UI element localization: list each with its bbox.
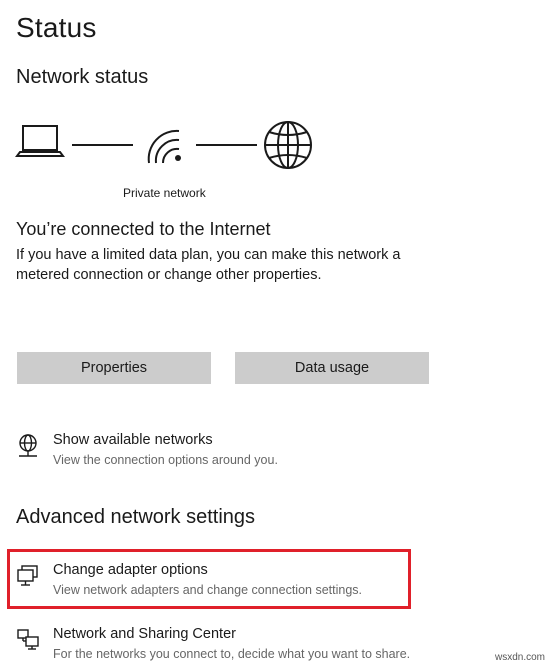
change-adapter-options-link[interactable]: Change adapter options View network adap…	[16, 562, 416, 606]
show-networks-title: Show available networks	[53, 432, 213, 448]
page-title: Status	[16, 12, 97, 43]
change-adapter-subtitle: View network adapters and change connect…	[53, 583, 362, 597]
globe-icon	[264, 121, 312, 169]
network-type-label: Private network	[123, 186, 206, 200]
network-status-heading: Network status	[16, 66, 149, 88]
sharing-center-icon	[17, 629, 39, 650]
data-usage-button[interactable]: Data usage	[235, 352, 429, 384]
connection-description: If you have a limited data plan, you can…	[16, 247, 401, 283]
globe-network-icon	[19, 434, 37, 457]
connection-status-heading: You’re connected to the Internet	[16, 219, 271, 239]
laptop-icon	[15, 125, 65, 157]
wifi-icon	[147, 129, 181, 164]
show-available-networks-link[interactable]: Show available networks View the connect…	[16, 432, 416, 476]
sharing-center-subtitle: For the networks you connect to, decide …	[53, 647, 411, 661]
show-networks-subtitle: View the connection options around you.	[53, 453, 278, 467]
properties-button[interactable]: Properties	[17, 352, 211, 384]
advanced-settings-heading: Advanced network settings	[16, 506, 256, 528]
network-sharing-center-link[interactable]: Network and Sharing Center For the netwo…	[16, 626, 416, 670]
watermark-text: wsxdn.com	[494, 652, 545, 663]
adapter-icon	[17, 565, 38, 586]
change-adapter-title: Change adapter options	[53, 562, 208, 578]
sharing-center-title: Network and Sharing Center	[53, 626, 236, 642]
